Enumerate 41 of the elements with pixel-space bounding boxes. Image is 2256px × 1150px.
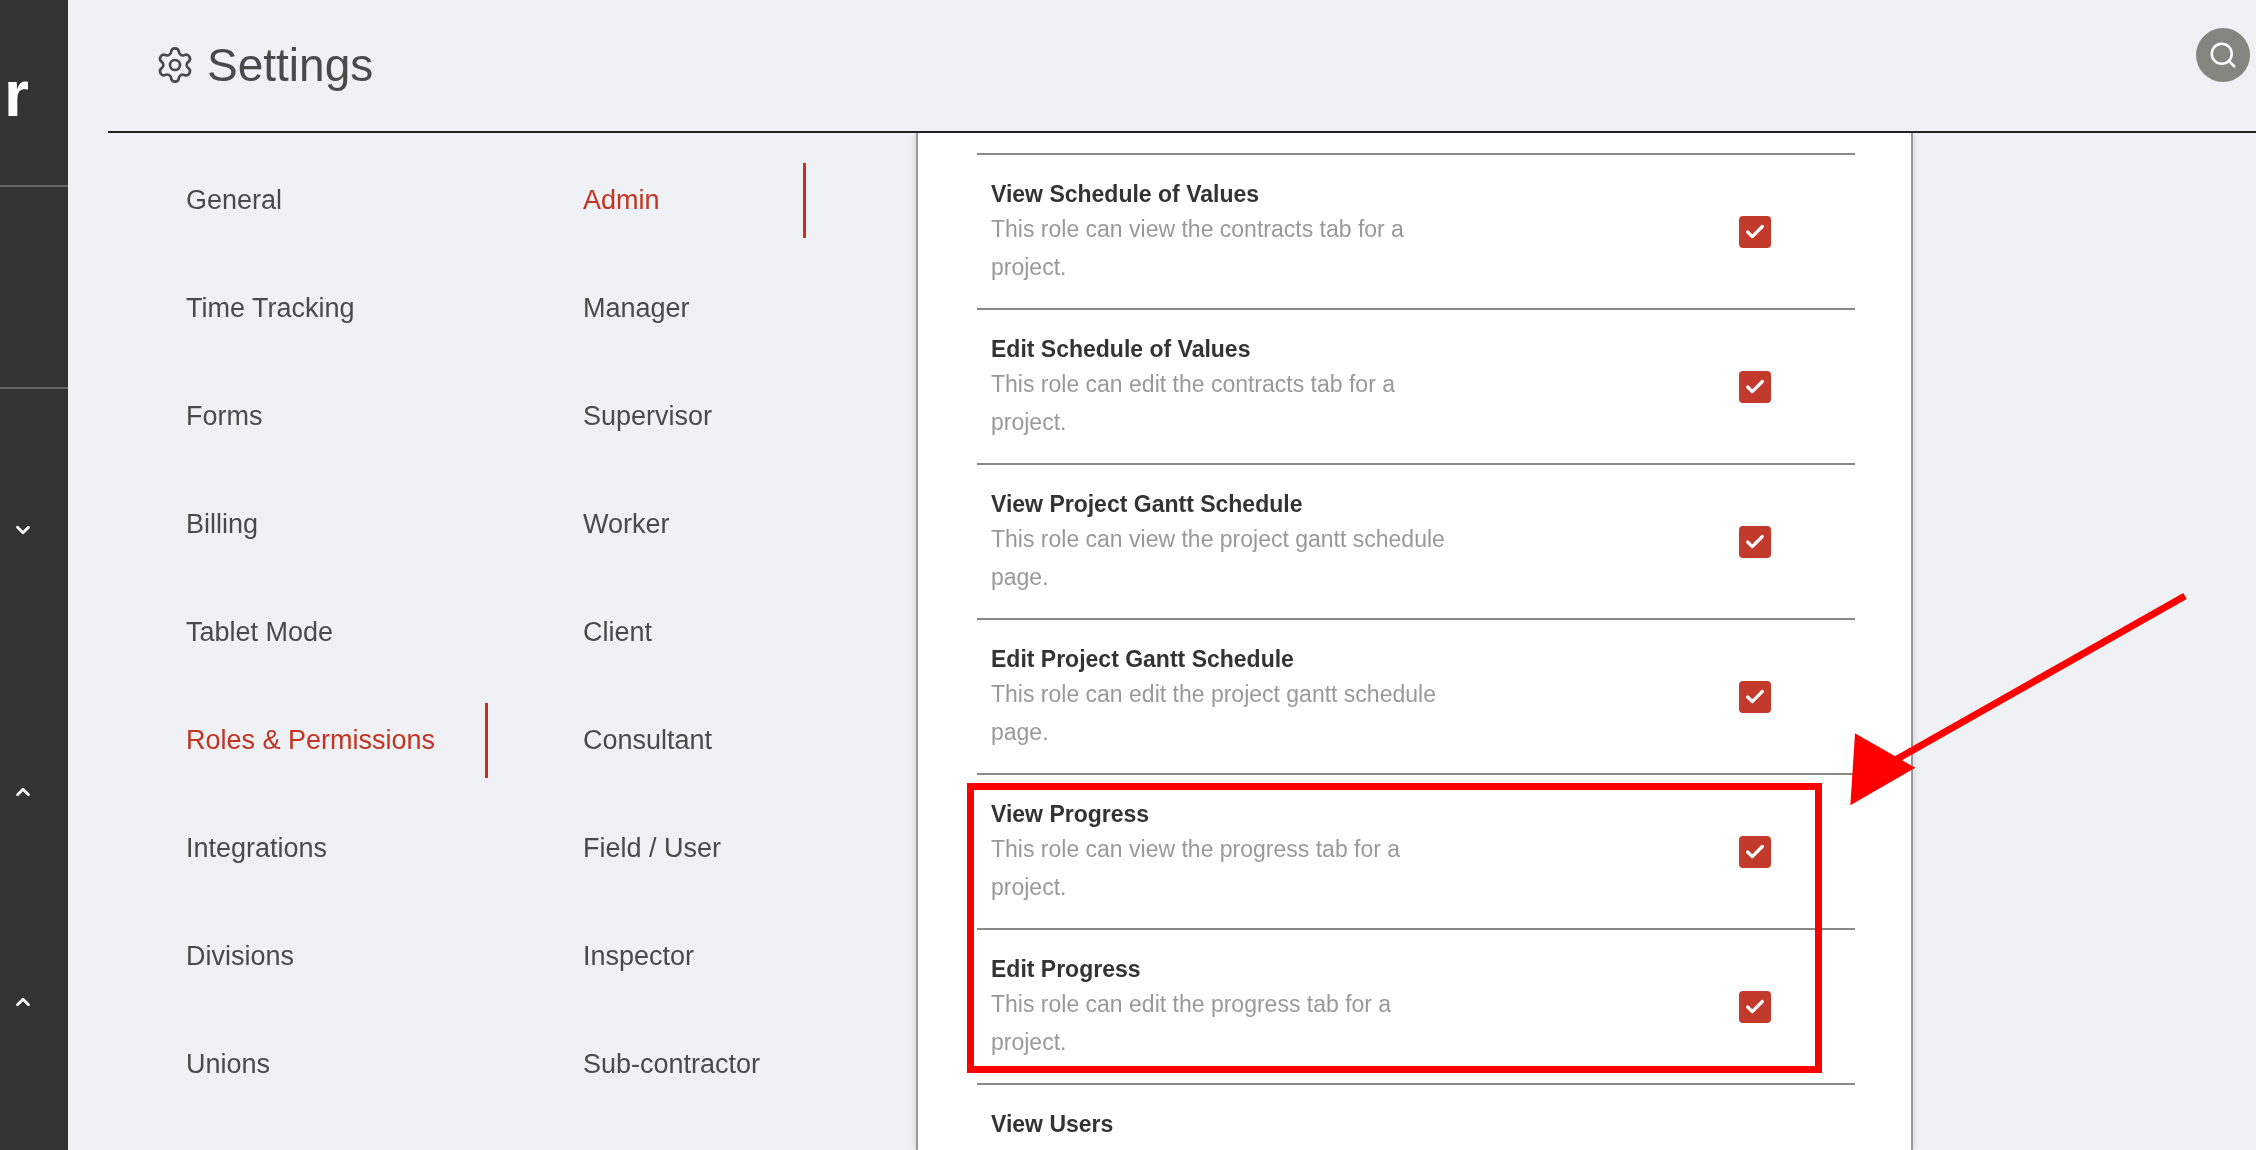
permission-checkbox[interactable] xyxy=(1739,836,1771,868)
permission-checkbox[interactable] xyxy=(1739,371,1771,403)
permission-description: This role can edit the contracts tab for a project. xyxy=(991,370,1396,437)
permission-title: Edit Progress xyxy=(991,955,1142,984)
role-nav-item[interactable]: Sub-contractor xyxy=(488,1010,806,1118)
page-title: Settings xyxy=(207,38,374,92)
role-nav-item[interactable]: Client xyxy=(488,578,806,686)
settings-nav-item[interactable]: General xyxy=(108,146,488,254)
settings-nav-item[interactable]: Unions xyxy=(108,1010,488,1118)
permission-description: This role can view the project gantt schedule page. xyxy=(991,525,1446,592)
permission-checkbox[interactable] xyxy=(1739,991,1771,1023)
settings-nav-item[interactable]: Time Tracking xyxy=(108,254,488,362)
permission-description: This role can edit the project gantt schedule page. xyxy=(991,680,1437,747)
permission-description: This role can edit the progress tab for a project. xyxy=(991,990,1393,1057)
settings-nav-item[interactable]: Billing xyxy=(108,470,488,578)
role-nav-item[interactable]: Worker xyxy=(488,470,806,578)
role-nav-item[interactable]: Inspector xyxy=(488,902,806,1010)
search-icon xyxy=(2208,40,2238,70)
role-nav-item[interactable]: Supervisor xyxy=(488,362,806,470)
role-nav-item[interactable]: Consultant xyxy=(488,686,806,794)
settings-nav-item[interactable]: Forms xyxy=(108,362,488,470)
settings-nav-item[interactable]: Integrations xyxy=(108,794,488,902)
settings-nav-item[interactable]: Roles & Permissions xyxy=(108,686,488,794)
permission-title: Edit Schedule of Values xyxy=(991,335,1252,364)
settings-nav-item[interactable]: Divisions xyxy=(108,902,488,1010)
permission-title: Edit Project Gantt Schedule xyxy=(991,645,1295,674)
permission-checkbox[interactable] xyxy=(1739,681,1771,713)
role-nav-item[interactable]: Manager xyxy=(488,254,806,362)
permission-title: View Users xyxy=(991,1110,1115,1139)
permission-description: This role can view the progress tab for a project. xyxy=(991,835,1402,902)
settings-nav-item[interactable]: Tablet Mode xyxy=(108,578,488,686)
permission-title: View Progress xyxy=(991,800,1151,829)
logo-text: r xyxy=(4,62,29,126)
permission-checkbox[interactable] xyxy=(1739,526,1771,558)
permission-checkbox[interactable] xyxy=(1739,216,1771,248)
role-nav-item[interactable]: Admin xyxy=(488,146,806,254)
permission-description: This role can view the contracts tab for a project. xyxy=(991,215,1405,282)
permission-title: View Project Gantt Schedule xyxy=(991,490,1304,519)
search-button[interactable] xyxy=(2196,28,2250,82)
role-nav-item[interactable]: Field / User xyxy=(488,794,806,902)
permission-title: View Schedule of Values xyxy=(991,180,1260,209)
